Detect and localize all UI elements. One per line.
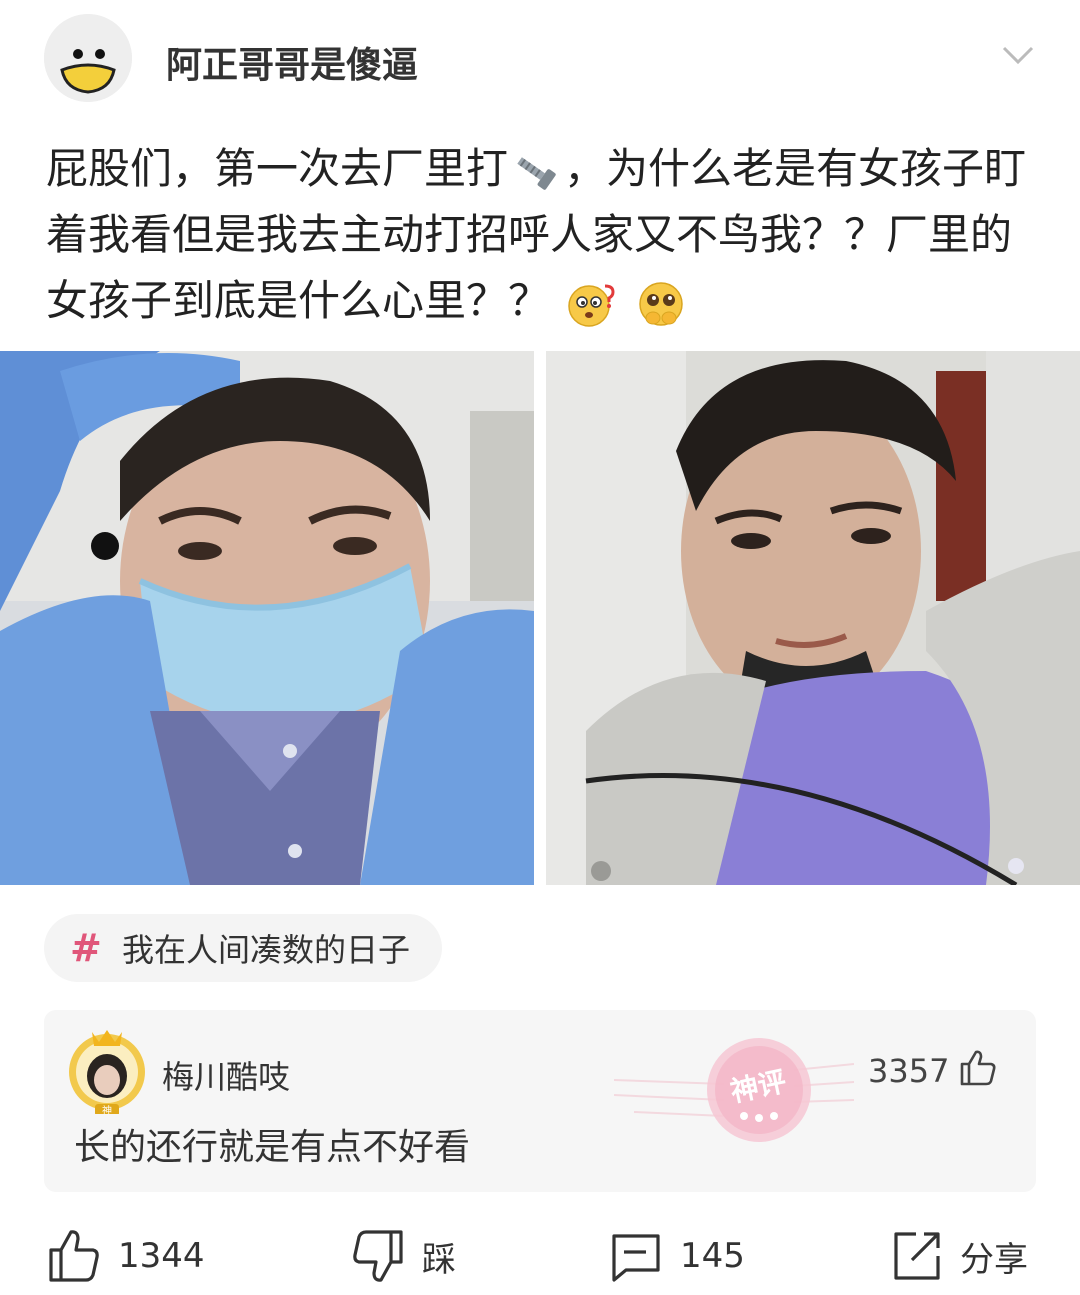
share-arrow-icon <box>894 1232 940 1280</box>
post-photo-2[interactable] <box>546 351 1080 885</box>
thumbs-down-icon <box>353 1230 403 1282</box>
share-label: 分享 <box>960 1239 1028 1280</box>
confused-face-emoji <box>568 284 615 327</box>
share-button[interactable]: 分享 <box>888 1228 1028 1284</box>
topic-tag[interactable]: # 我在人间凑数的日子 <box>44 914 442 982</box>
commenter-avatar[interactable]: 神 <box>62 1024 152 1114</box>
topic-label: 我在人间凑数的日子 <box>122 931 411 969</box>
commenter-name[interactable]: 梅川酷吱 <box>162 1052 290 1098</box>
dislike-button[interactable]: 踩 <box>350 1228 456 1284</box>
screw-emoji <box>517 156 556 190</box>
like-count: 1344 <box>118 1236 205 1276</box>
hash-icon: # <box>70 926 102 970</box>
thumbs-up-icon[interactable] <box>958 1048 998 1088</box>
post-photo-1[interactable] <box>0 351 534 885</box>
commenter-badge: 神 <box>102 1104 112 1114</box>
comment-button[interactable]: 145 <box>608 1228 745 1284</box>
comment-text: 长的还行就是有点不好看 <box>74 1127 471 1168</box>
pleading-face-emoji <box>638 281 683 326</box>
chevron-down-icon[interactable] <box>998 40 1038 70</box>
comment-count: 145 <box>680 1236 745 1276</box>
dislike-label: 踩 <box>422 1239 456 1280</box>
post-body: 屁股们，第一次去厂里打 ，为什么老是有女孩子盯着我看但是我去主动打招呼人家又不鸟… <box>46 136 1046 334</box>
smiling-face-avatar-icon <box>44 14 132 102</box>
author-name[interactable]: 阿正哥哥是傻逼 <box>166 36 418 88</box>
post-header: 阿正哥哥是傻逼 <box>0 0 1080 120</box>
featured-comment-stamp: 神评 <box>614 1038 854 1142</box>
like-button[interactable]: 1344 <box>46 1228 205 1284</box>
top-comment-card[interactable]: 神 梅川酷吱 长的还行就是有点不好看 神评 3357 <box>44 1010 1036 1192</box>
selfie-grey-jacket-image <box>546 351 1080 885</box>
post-action-bar: 1344 踩 145 分享 <box>0 1220 1080 1290</box>
selfie-cleanroom-suit-image <box>0 351 534 885</box>
thumbs-up-icon <box>49 1230 99 1282</box>
comment-bubble-icon <box>612 1234 660 1282</box>
comment-like-count: 3357 <box>868 1052 950 1090</box>
post-text-part-1: 屁股们，第一次去厂里打 <box>46 144 509 193</box>
author-avatar[interactable] <box>44 14 132 102</box>
